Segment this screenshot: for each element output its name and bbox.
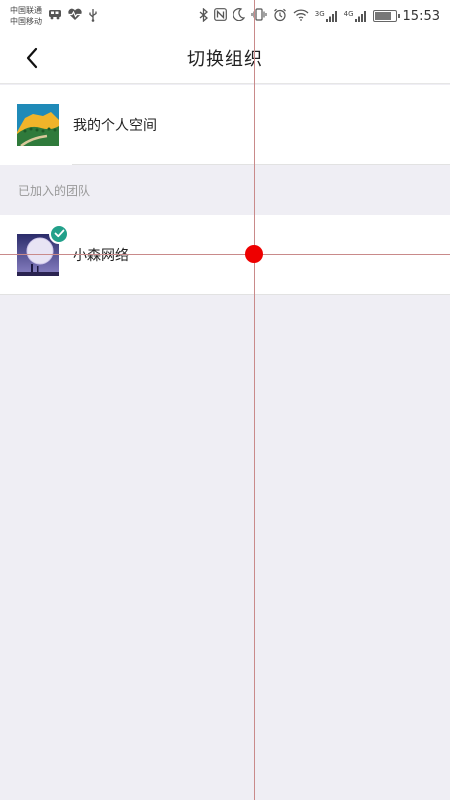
- signal-3g: 3G: [315, 10, 338, 22]
- crosshair-horizontal-line: [0, 254, 450, 255]
- status-right: 3G 4G 15:53: [199, 7, 440, 25]
- signal-4g: 4G: [344, 10, 367, 22]
- chevron-left-icon: [26, 47, 38, 69]
- clock: 15:53: [402, 8, 440, 24]
- team-item[interactable]: 小森网络: [0, 215, 450, 295]
- usb-icon: [88, 8, 98, 25]
- check-icon: [54, 229, 64, 238]
- crosshair-marker-dot: [245, 245, 263, 263]
- alarm-icon: [273, 8, 287, 25]
- notification-icons: [48, 8, 98, 25]
- personal-space-avatar: [17, 104, 59, 147]
- wifi-icon: [293, 8, 309, 24]
- carrier-info: 中国联通 中国移动: [10, 5, 42, 27]
- joined-teams-label: 已加入的团队: [18, 183, 91, 198]
- status-left: 中国联通 中国移动: [10, 5, 98, 27]
- header-bar: 切换组织: [0, 32, 450, 84]
- back-button[interactable]: [16, 42, 48, 74]
- carrier-1: 中国联通: [10, 6, 42, 15]
- heartbeat-icon: [67, 8, 83, 25]
- bus-icon: [48, 8, 62, 25]
- crosshair-vertical-line: [254, 0, 255, 800]
- network-4g-label: 4G: [343, 10, 354, 18]
- moon-icon: [232, 8, 245, 24]
- bluetooth-icon: [199, 7, 208, 25]
- status-bar: 中国联通 中国移动 3G 4G 15:53: [0, 0, 450, 32]
- personal-space-item[interactable]: 我的个人空间: [0, 85, 450, 165]
- joined-teams-section-header: 已加入的团队: [0, 165, 450, 215]
- page-title: 切换组织: [187, 48, 263, 70]
- nfc-icon: [213, 8, 227, 24]
- network-3g-label: 3G: [314, 10, 325, 18]
- carrier-2: 中国移动: [10, 17, 42, 26]
- personal-space-label: 我的个人空间: [73, 118, 157, 134]
- battery-icon: [372, 10, 400, 22]
- selected-check-badge: [49, 223, 69, 244]
